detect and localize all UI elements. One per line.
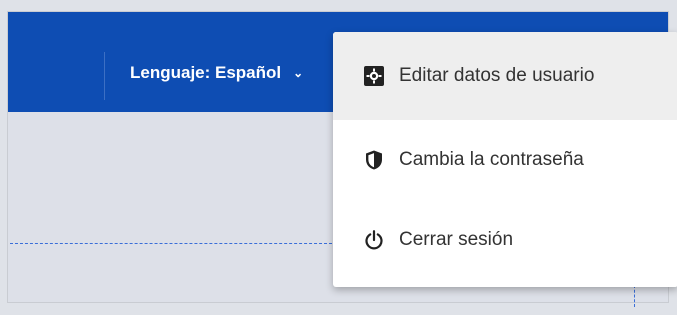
menu-item-label: Editar datos de usuario [399, 65, 595, 86]
menu-item-change-password[interactable]: Cambia la contraseña [333, 120, 677, 200]
app-screen: Lenguaje: Español ⌄ Editar datos de usua… [0, 0, 677, 315]
language-selector[interactable]: Lenguaje: Español ⌄ [130, 59, 303, 87]
menu-item-edit-user-data[interactable]: Editar datos de usuario [333, 32, 677, 120]
user-dropdown-menu: Editar datos de usuario Cambia la contra… [333, 32, 677, 287]
language-selector-label: Lenguaje: Español [130, 63, 282, 82]
dashed-selection-line-vertical [634, 285, 635, 307]
topbar-divider [104, 52, 105, 100]
dashed-selection-line-horizontal [10, 243, 332, 244]
shield-icon [363, 149, 385, 171]
menu-item-logout[interactable]: Cerrar sesión [333, 200, 677, 280]
user-settings-icon [363, 65, 385, 87]
chevron-down-icon: ⌄ [293, 66, 304, 80]
power-icon [363, 229, 385, 251]
menu-item-label: Cambia la contraseña [399, 149, 584, 170]
menu-item-label: Cerrar sesión [399, 229, 514, 250]
